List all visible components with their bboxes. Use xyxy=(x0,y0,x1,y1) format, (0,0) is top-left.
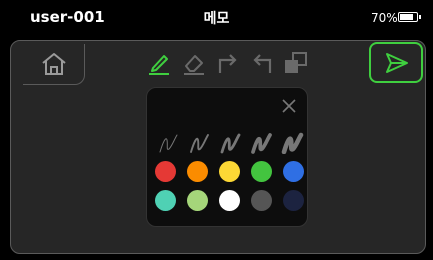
color-swatch[interactable] xyxy=(187,161,208,182)
pen-icon[interactable] xyxy=(146,50,172,76)
home-icon xyxy=(42,53,66,75)
color-swatch[interactable] xyxy=(219,190,240,211)
color-swatch[interactable] xyxy=(219,161,240,182)
color-swatch[interactable] xyxy=(155,161,176,182)
pen-size-1-icon[interactable] xyxy=(157,132,181,154)
color-swatch[interactable] xyxy=(251,190,272,211)
color-swatch[interactable] xyxy=(251,161,272,182)
pen-size-3-icon[interactable] xyxy=(219,132,243,154)
battery-percent: 70% xyxy=(371,11,398,25)
redo-icon[interactable] xyxy=(215,50,241,76)
page-title: 메모 xyxy=(203,11,230,27)
undo-icon[interactable] xyxy=(249,50,275,76)
close-icon[interactable] xyxy=(281,98,297,114)
color-swatch[interactable] xyxy=(283,161,304,182)
pen-size-4-icon[interactable] xyxy=(250,132,274,154)
color-swatch[interactable] xyxy=(155,190,176,211)
color-swatch[interactable] xyxy=(187,190,208,211)
status-bar: user-001 메모 70% xyxy=(0,0,433,36)
home-button[interactable] xyxy=(23,44,85,85)
send-icon xyxy=(386,53,408,73)
pen-size-5-icon[interactable] xyxy=(281,132,305,154)
layers-icon[interactable] xyxy=(282,50,310,76)
send-button[interactable] xyxy=(369,42,423,83)
eraser-icon[interactable] xyxy=(181,50,207,76)
color-swatch[interactable] xyxy=(283,190,304,211)
pen-size-2-icon[interactable] xyxy=(188,132,212,154)
battery-icon xyxy=(398,12,421,22)
color-palette-popup xyxy=(146,87,308,227)
